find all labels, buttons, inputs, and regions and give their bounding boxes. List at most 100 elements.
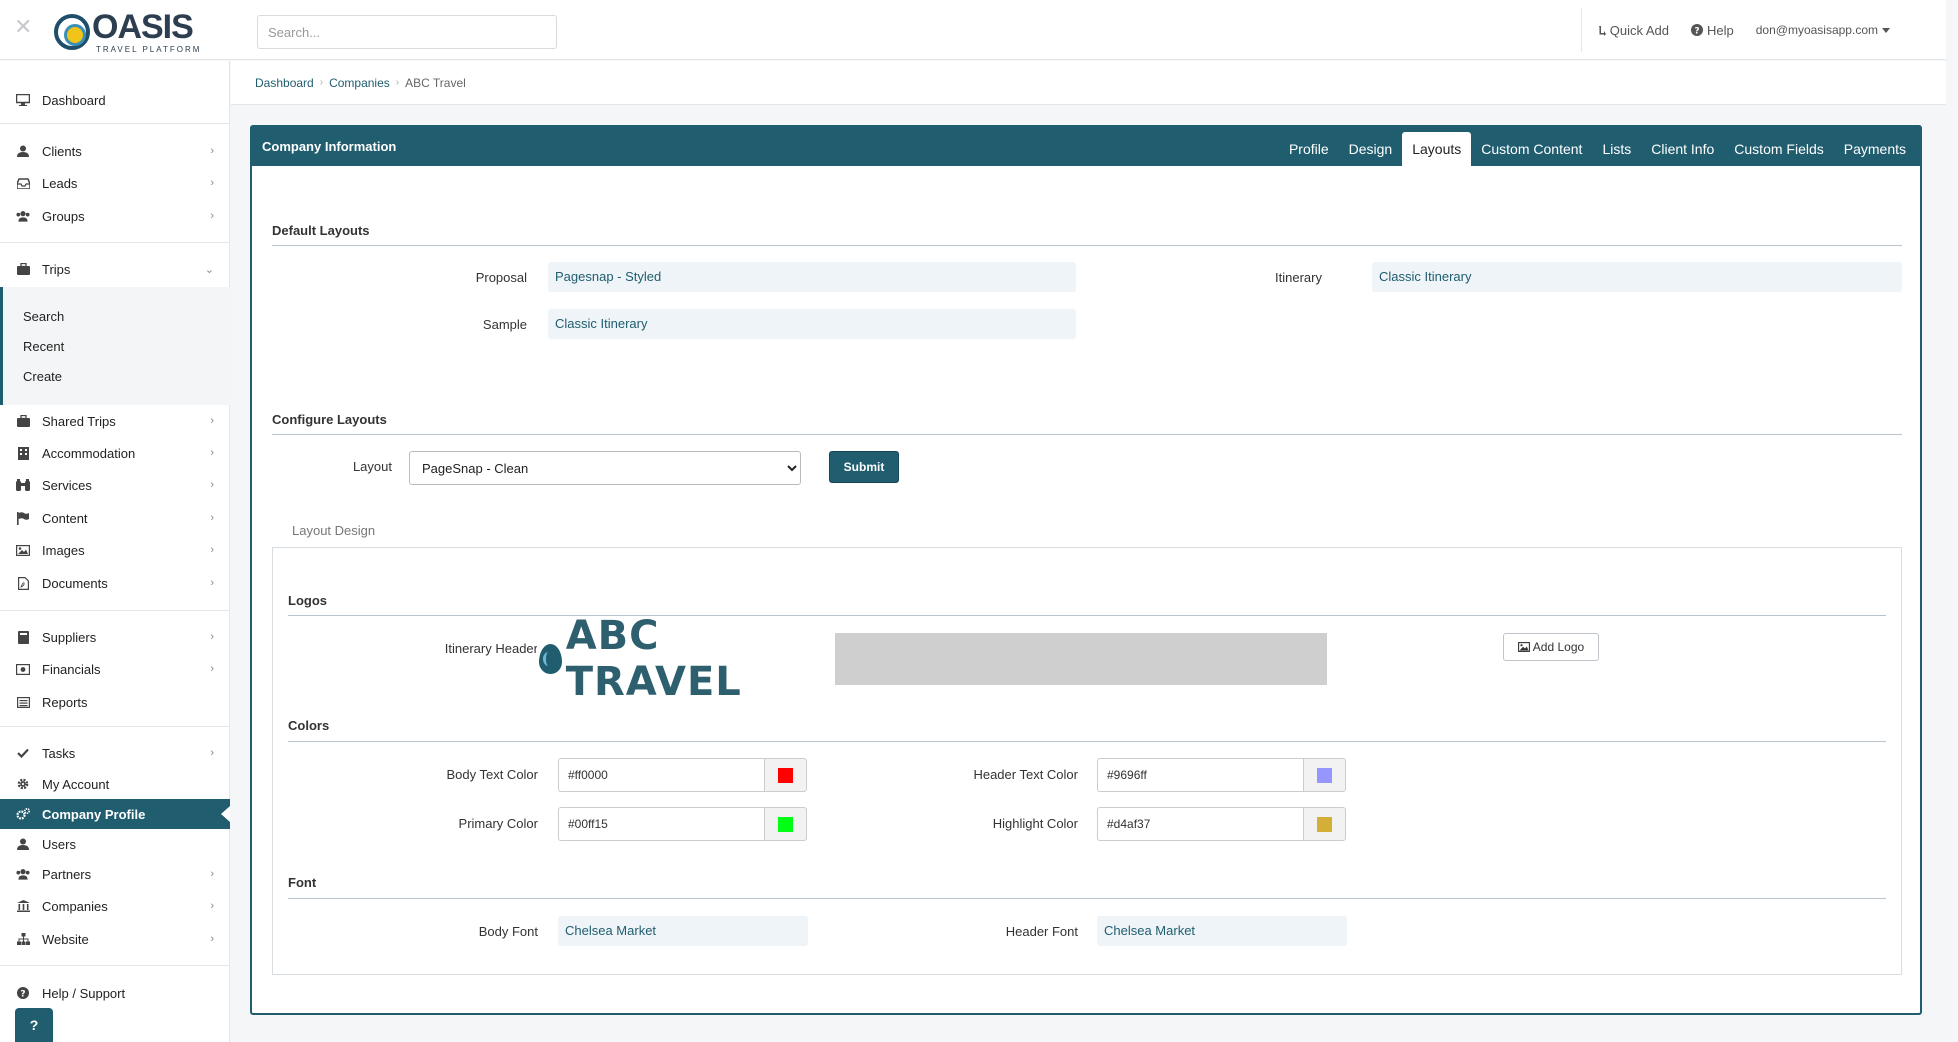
close-sidebar-icon[interactable]: ✕ bbox=[14, 16, 32, 38]
gears-icon bbox=[16, 807, 30, 821]
question-circle-icon: ? bbox=[16, 986, 30, 1000]
breadcrumb-dashboard[interactable]: Dashboard bbox=[255, 76, 314, 90]
breadcrumb-companies[interactable]: Companies bbox=[329, 76, 390, 90]
layout-select[interactable]: PageSnap - Clean bbox=[409, 451, 801, 485]
sidebar-item-help-support[interactable]: ? Help / Support bbox=[0, 978, 230, 1008]
itinerary-layout-value[interactable]: Classic Itinerary bbox=[1372, 262, 1902, 292]
user-icon bbox=[16, 144, 30, 158]
sidebar-item-groups[interactable]: Groups › bbox=[0, 201, 230, 231]
sidebar-item-users[interactable]: Users bbox=[0, 829, 230, 859]
image-icon bbox=[1517, 642, 1530, 652]
sidebar-item-label: Tasks bbox=[42, 745, 76, 761]
sample-layout-value[interactable]: Classic Itinerary bbox=[548, 309, 1076, 339]
sidebar-item-reports[interactable]: Reports bbox=[0, 687, 230, 717]
logo-preview-text: ABC TRAVEL bbox=[565, 613, 742, 705]
sidebar-subitem-recent[interactable]: Recent bbox=[23, 339, 64, 354]
primary-color-input[interactable] bbox=[558, 807, 765, 841]
sidebar-item-label: Financials bbox=[42, 661, 101, 677]
breadcrumb-current: ABC Travel bbox=[405, 75, 466, 90]
highlight-color-input[interactable] bbox=[1097, 807, 1304, 841]
chevron-right-icon: › bbox=[210, 577, 214, 589]
add-logo-button[interactable]: Add Logo bbox=[1503, 633, 1599, 661]
body-text-color-input[interactable] bbox=[558, 758, 765, 792]
sidebar-item-content[interactable]: Content › bbox=[0, 503, 230, 533]
breadcrumb: Dashboard › Companies › ABC Travel bbox=[231, 61, 1946, 105]
sidebar-item-label: Accommodation bbox=[42, 445, 136, 461]
sidebar-item-companies[interactable]: Companies › bbox=[0, 891, 230, 921]
user-icon bbox=[16, 837, 30, 851]
primary-color-picker[interactable] bbox=[764, 807, 807, 841]
sidebar-item-suppliers[interactable]: Suppliers › bbox=[0, 622, 230, 652]
sidebar-item-dashboard[interactable]: Dashboard bbox=[0, 85, 230, 115]
sidebar-item-documents[interactable]: Documents › bbox=[0, 568, 230, 598]
user-menu-dropdown[interactable]: don@myoasisapp.com bbox=[1756, 23, 1890, 37]
sidebar-item-my-account[interactable]: My Account bbox=[0, 769, 230, 799]
tab-payments[interactable]: Payments bbox=[1834, 132, 1916, 166]
chevron-right-icon: › bbox=[210, 479, 214, 491]
users-icon bbox=[16, 209, 30, 223]
sidebar-item-services[interactable]: Services › bbox=[0, 470, 230, 500]
sidebar-item-label: Groups bbox=[42, 208, 85, 224]
sidebar-divider bbox=[0, 726, 230, 727]
help-label: Help bbox=[1707, 22, 1734, 38]
sidebar-item-tasks[interactable]: Tasks › bbox=[0, 738, 230, 768]
help-fab-button[interactable]: ? bbox=[15, 1008, 53, 1042]
tab-lists[interactable]: Lists bbox=[1592, 132, 1641, 166]
sidebar-item-label: Website bbox=[42, 931, 89, 947]
tab-client-info[interactable]: Client Info bbox=[1641, 132, 1724, 166]
sidebar-subitem-create[interactable]: Create bbox=[23, 369, 62, 384]
sidebar-subitem-search[interactable]: Search bbox=[23, 309, 64, 324]
abc-travel-logo: ABC TRAVEL bbox=[537, 613, 835, 705]
sidebar-item-partners[interactable]: Partners › bbox=[0, 859, 230, 889]
help-link[interactable]: ? Help bbox=[1691, 23, 1734, 38]
chevron-right-icon: › bbox=[210, 177, 214, 189]
tab-custom-content[interactable]: Custom Content bbox=[1471, 132, 1592, 166]
itinerary-header-label: Itinerary Header bbox=[444, 641, 538, 656]
chevron-right-icon: › bbox=[210, 747, 214, 759]
sidebar-item-clients[interactable]: Clients › bbox=[0, 136, 230, 166]
sidebar-item-financials[interactable]: Financials › bbox=[0, 654, 230, 684]
chevron-right-icon: › bbox=[210, 210, 214, 222]
sidebar-item-label: Leads bbox=[42, 175, 78, 191]
global-search-input[interactable] bbox=[257, 15, 557, 49]
list-alt-icon bbox=[16, 695, 30, 709]
proposal-layout-value[interactable]: Pagesnap - Styled bbox=[548, 262, 1076, 292]
sidebar-item-label: Reports bbox=[42, 694, 88, 710]
sidebar-item-website[interactable]: Website › bbox=[0, 924, 230, 954]
color-swatch bbox=[1317, 816, 1332, 832]
color-swatch bbox=[778, 767, 793, 783]
sidebar-item-label: Content bbox=[42, 510, 88, 526]
chevron-down-icon: ⌄ bbox=[204, 263, 214, 276]
quick-add-arrow-icon bbox=[1598, 25, 1606, 36]
tab-layouts[interactable]: Layouts bbox=[1402, 132, 1472, 166]
sidebar-item-trips[interactable]: Trips ⌄ bbox=[0, 254, 230, 284]
trips-submenu: Search Recent Create bbox=[0, 287, 230, 405]
panel-tabs: Profile Design Layouts Custom Content Li… bbox=[1279, 132, 1916, 166]
sidebar-item-company-profile[interactable]: Company Profile bbox=[0, 799, 230, 829]
highlight-color-picker[interactable] bbox=[1303, 807, 1346, 841]
quick-add-link[interactable]: Quick Add bbox=[1598, 23, 1669, 38]
sidebar-item-shared-trips[interactable]: Shared Trips › bbox=[0, 406, 230, 436]
company-information-panel: Company Information Profile Design Layou… bbox=[250, 125, 1922, 1015]
itinerary-header-logo-preview[interactable]: ABC TRAVEL bbox=[537, 613, 1327, 705]
sidebar-divider bbox=[0, 965, 230, 966]
sidebar-divider bbox=[0, 242, 230, 243]
tab-profile[interactable]: Profile bbox=[1279, 132, 1339, 166]
sidebar-item-accommodation[interactable]: Accommodation › bbox=[0, 438, 230, 468]
app-logo[interactable]: OASIS TRAVEL PLATFORM bbox=[54, 10, 201, 54]
tab-design[interactable]: Design bbox=[1339, 132, 1403, 166]
body-font-value[interactable]: Chelsea Market bbox=[558, 916, 808, 946]
sidebar-divider bbox=[0, 123, 230, 124]
money-icon bbox=[16, 662, 30, 676]
submit-button[interactable]: Submit bbox=[829, 451, 899, 483]
tab-custom-fields[interactable]: Custom Fields bbox=[1724, 132, 1833, 166]
body-text-color-picker[interactable] bbox=[764, 758, 807, 792]
header-text-color-input[interactable] bbox=[1097, 758, 1304, 792]
file-pdf-icon bbox=[16, 576, 30, 590]
header-font-value[interactable]: Chelsea Market bbox=[1097, 916, 1347, 946]
sidebar-item-label: Trips bbox=[42, 261, 71, 277]
header-text-color-picker[interactable] bbox=[1303, 758, 1346, 792]
desktop-icon bbox=[16, 93, 30, 107]
sidebar-item-images[interactable]: Images › bbox=[0, 535, 230, 565]
sidebar-item-leads[interactable]: Leads › bbox=[0, 168, 230, 198]
